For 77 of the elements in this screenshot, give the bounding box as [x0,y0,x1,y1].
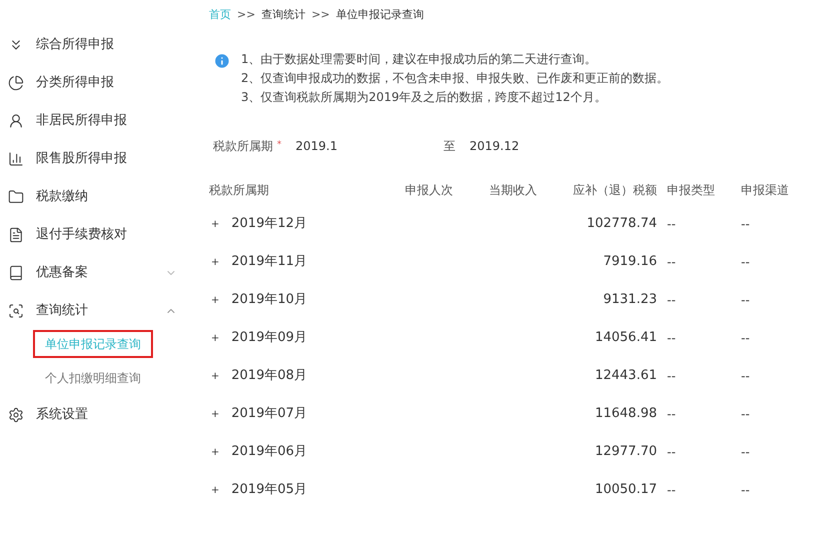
table-cell-text: 9131.23 [602,291,657,310]
column-header: 应补（退）税额 [572,182,657,199]
table-cell-text: -- [666,482,677,499]
table-cell-text: -- [666,292,677,309]
breadcrumb-link[interactable]: 查询统计 [261,6,306,24]
end-period-field[interactable]: 2019.12 [470,137,600,155]
expand-toggle[interactable]: + [209,444,220,460]
table-cell-text: 11648.98 [594,405,657,424]
filter-label: 税款所属期 [212,138,273,155]
table-cell-text: -- [740,406,751,423]
table-cell-text: 2019年11月 [231,253,308,272]
table-cell-text: 2019年12月 [231,215,308,234]
folder-icon [8,189,24,205]
column-header: 申报类型 [666,182,716,199]
user-icon [8,113,24,129]
table-cell-text: 12977.70 [594,443,657,462]
sidebar-item[interactable]: 综合所得申报 [0,26,195,64]
expand-toggle[interactable]: + [209,254,220,270]
table-cell-text: -- [666,254,677,271]
table-cell-text: 2019年09月 [231,329,308,348]
sidebar-item[interactable]: 查询统计 [0,292,195,330]
table-cell-text: 10050.17 [594,481,657,500]
submenu-item[interactable]: 个人扣缴明细查询 [33,364,153,392]
table-cell-text: -- [666,216,677,233]
column-header: 申报渠道 [740,182,790,199]
sidebar-item[interactable]: 非居民所得申报 [0,102,195,140]
table-cell-text: -- [740,254,751,271]
table-cell-text: -- [740,482,751,499]
sidebar-item[interactable]: 优惠备案 [0,254,195,292]
table-cell-text: -- [740,444,751,461]
settings-icon [8,407,24,423]
expand-toggle[interactable]: + [209,368,220,384]
table-cell-text: -- [666,368,677,385]
expand-toggle[interactable]: + [209,482,220,498]
table-cell-text: -- [666,444,677,461]
expand-toggle[interactable]: + [209,292,220,308]
table-cell-text: 2019年07月 [231,405,308,424]
bar-chart-icon [8,151,24,167]
table-cell-text: 2019年10月 [231,291,308,310]
table-cell-text: 2019年05月 [231,481,308,500]
search-list-icon [8,303,24,319]
table-cell-text: -- [740,216,751,233]
table-cell-text: -- [740,368,751,385]
expand-toggle[interactable]: + [209,330,220,346]
expand-toggle[interactable]: + [209,406,220,422]
sidebar-item[interactable]: 系统设置 [0,396,195,434]
column-header: 当期收入 [489,182,538,199]
notice-text: 3、仅查询税款所属期为2019年及之后的数据，跨度不超过12个月。 [241,89,608,106]
table-cell-text: 102778.74 [586,215,657,234]
info-icon [213,52,231,70]
table-cell-text: 12443.61 [594,367,657,386]
book-icon [8,265,24,281]
sidebar-item[interactable]: 限售股所得申报 [0,140,195,178]
pie-chart-icon [8,75,24,91]
table-cell-text: 7919.16 [602,253,657,272]
sidebar-item[interactable]: 分类所得申报 [0,64,195,102]
table-cell-text: 14056.41 [594,329,657,348]
breadcrumb-link[interactable]: 单位申报记录查询 [336,6,424,24]
table-cell-text: 2019年06月 [231,443,308,462]
table-cell-text: -- [666,406,677,423]
breadcrumb-separator: >> [237,6,256,23]
table-cell-text: -- [666,330,677,347]
notice-text: 2、仅查询申报成功的数据，不包含未申报、申报失败、已作废和更正前的数据。 [241,70,669,87]
document-icon [8,227,24,243]
expand-toggle[interactable]: + [209,216,220,232]
range-separator: 至 [444,138,456,155]
column-header: 税款所属期 [209,182,270,199]
table-cell-text: 2019年08月 [231,367,308,386]
sidebar-item[interactable]: 税款缴纳 [0,178,195,216]
breadcrumb-separator: >> [311,6,330,23]
table-cell-text: -- [740,330,751,347]
required-mark: * [277,139,282,152]
notice-text: 1、由于数据处理需要时间，建议在申报成功后的第二天进行查询。 [241,51,598,68]
column-header: 申报人次 [405,182,454,199]
sidebar-item[interactable]: 退付手续费核对 [0,216,195,254]
table-cell-text: -- [740,292,751,309]
start-period-field[interactable]: 2019.1 [296,137,426,155]
